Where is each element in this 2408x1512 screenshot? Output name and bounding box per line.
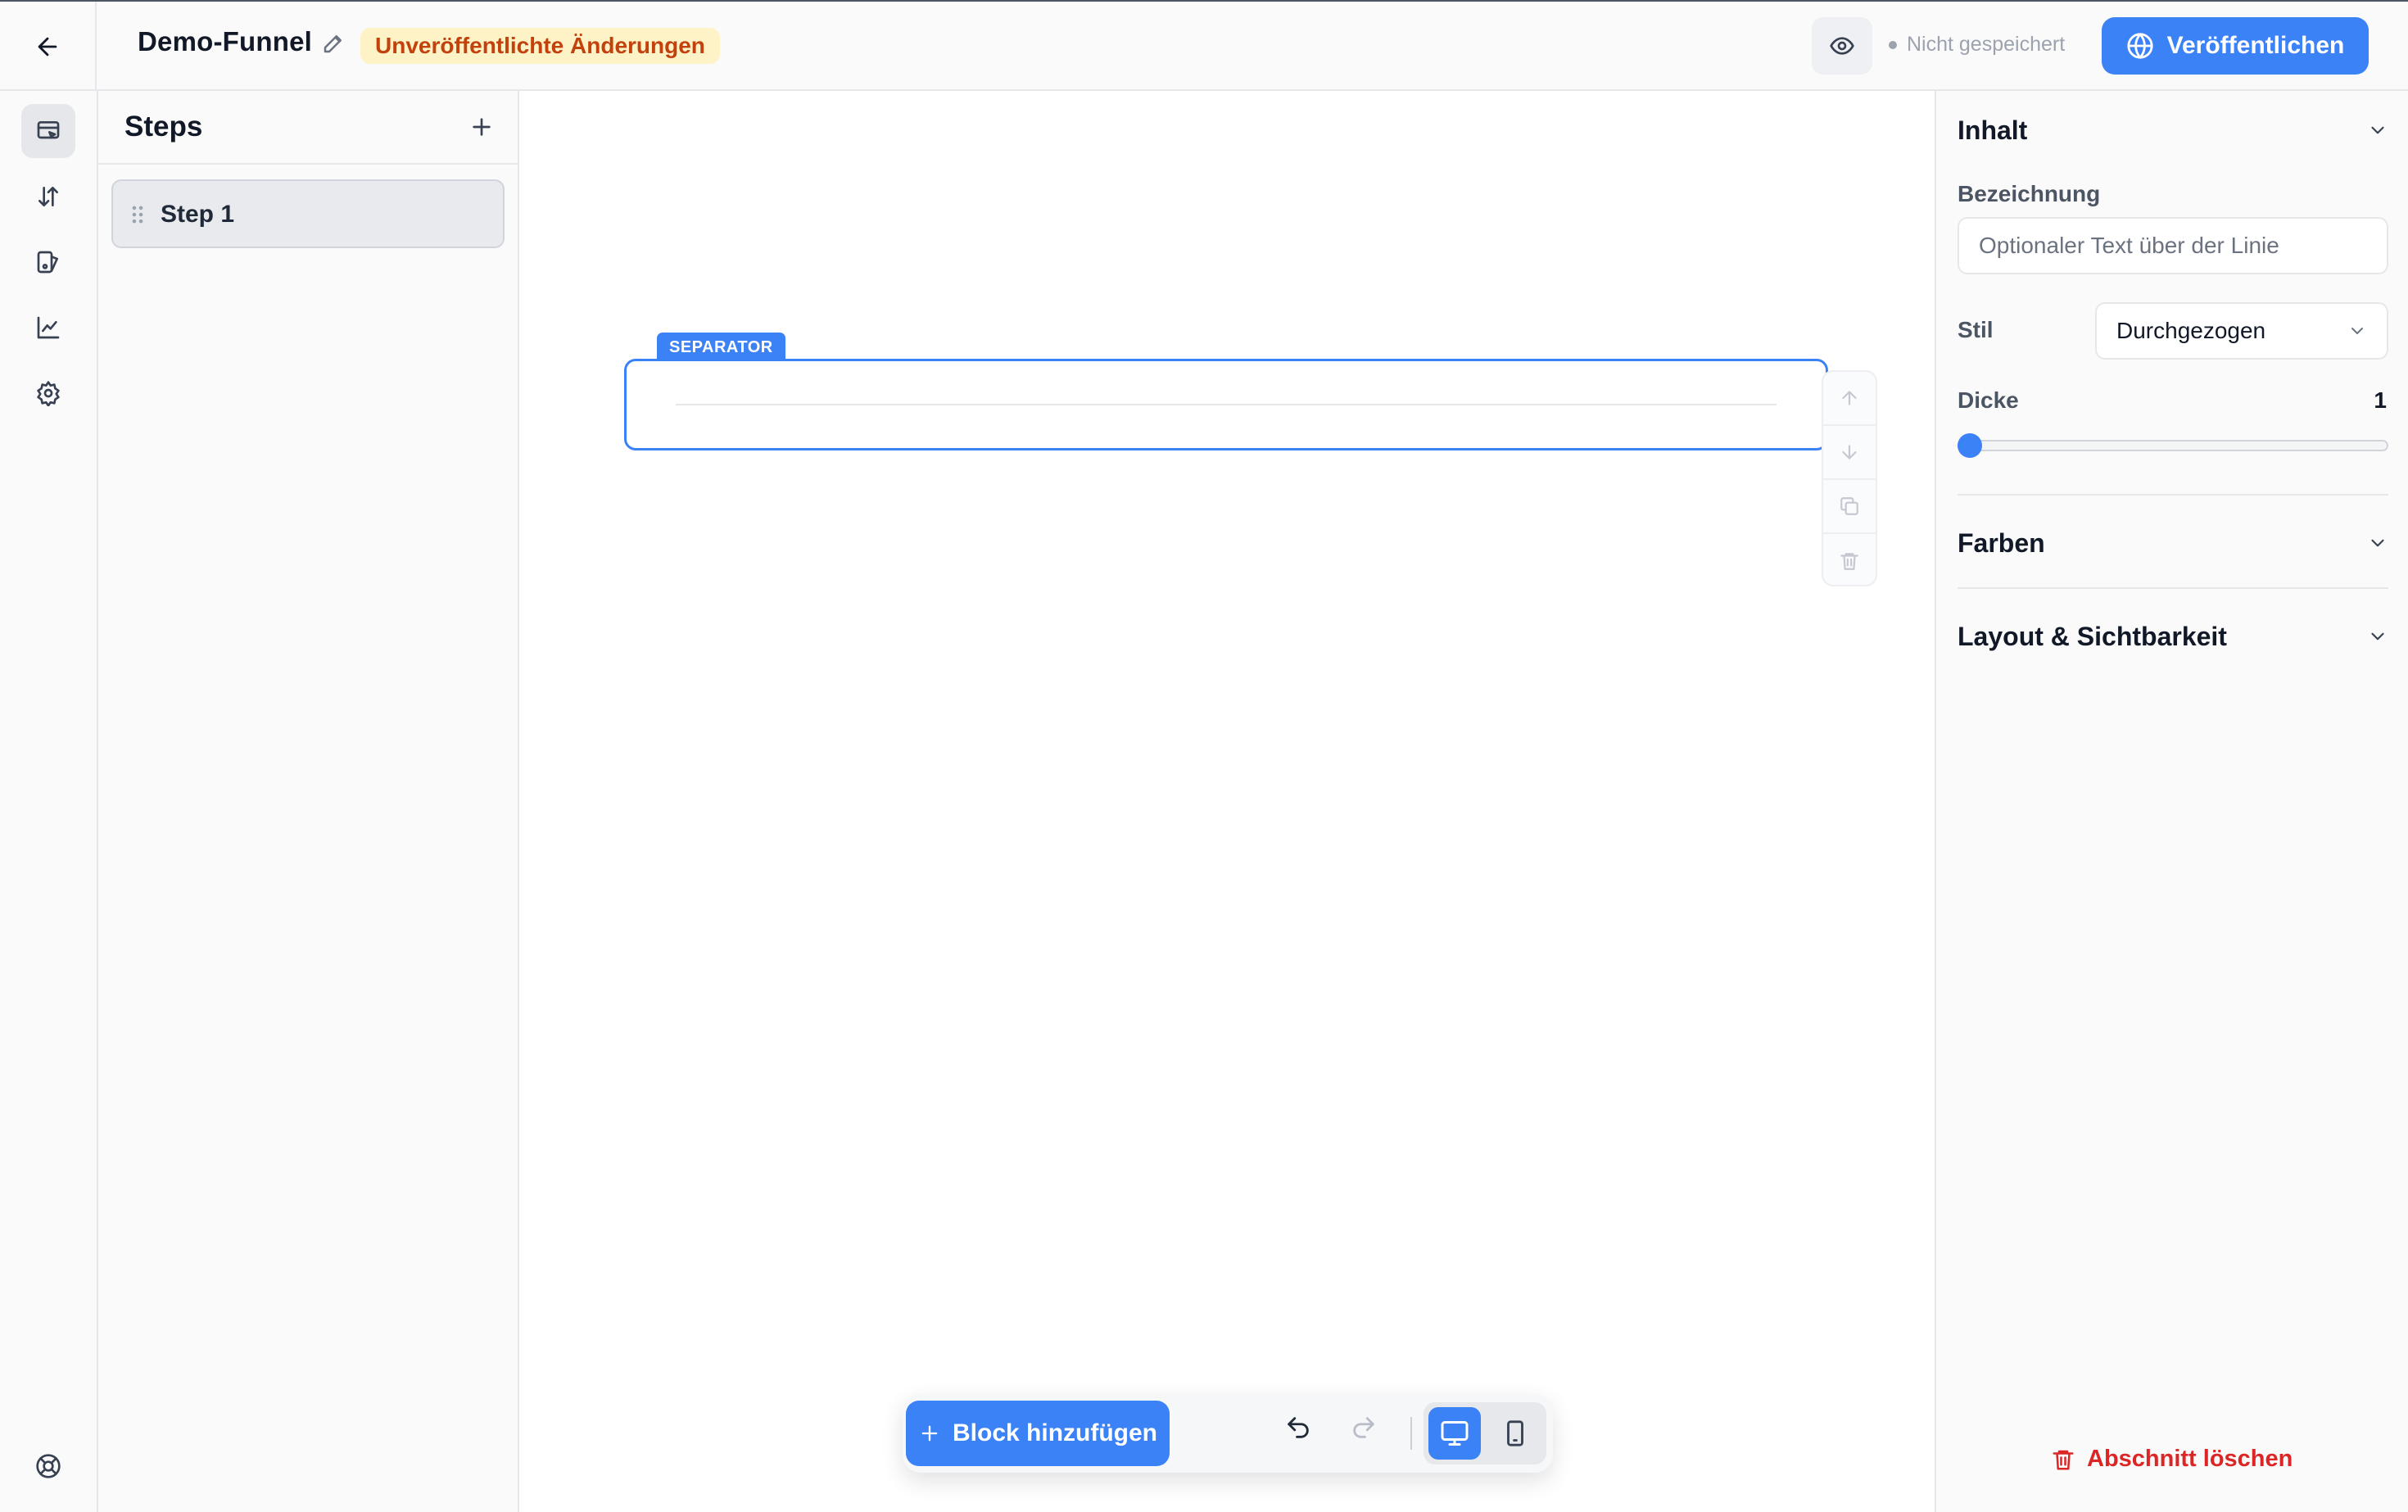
layout-section-title: Layout & Sichtbarkeit: [1958, 621, 2227, 651]
top-bar: Demo-Funnel Unveröffentlichte Änderungen…: [0, 0, 2408, 91]
colors-section-title: Farben: [1958, 527, 2045, 558]
mobile-view-button[interactable]: [1489, 1407, 1541, 1460]
toolbar-divider: [1410, 1417, 1412, 1450]
thickness-slider[interactable]: [1958, 433, 2388, 458]
trash-icon: [2051, 1447, 2075, 1472]
separator-line: [676, 404, 1777, 405]
slider-track[interactable]: [1958, 440, 2388, 451]
rail-sort-button[interactable]: [21, 170, 75, 224]
save-status: Nicht gespeichert: [1889, 33, 2065, 57]
desktop-view-button[interactable]: [1428, 1407, 1481, 1460]
save-status-text: Nicht gespeichert: [1907, 33, 2066, 56]
block-toolbar: [1822, 370, 1877, 586]
move-down-button[interactable]: [1823, 426, 1876, 480]
bottom-toolbar: Block hinzufügen: [903, 1394, 1553, 1473]
delete-section-label: Abschnitt löschen: [2087, 1446, 2293, 1472]
publish-label: Veröffentlichen: [2166, 32, 2345, 59]
left-rail: [0, 91, 98, 1512]
publish-button[interactable]: Veröffentlichen: [2102, 17, 2369, 75]
chevron-down-icon: [2367, 626, 2388, 647]
style-select[interactable]: Durchgezogen: [2095, 302, 2388, 360]
chevron-down-icon: [2367, 120, 2388, 141]
step-label: Step 1: [161, 201, 235, 228]
add-block-button[interactable]: Block hinzufügen: [906, 1401, 1170, 1466]
style-select-value: Durchgezogen: [2116, 318, 2266, 343]
duplicate-icon: [1839, 496, 1860, 517]
plus-icon: [473, 118, 491, 136]
arrow-down-icon: [1839, 441, 1860, 463]
rail-settings-button[interactable]: [21, 366, 75, 420]
plus-icon: [918, 1422, 941, 1445]
back-button[interactable]: [0, 2, 97, 91]
section-divider: [1958, 494, 2388, 496]
move-up-button[interactable]: [1823, 372, 1876, 426]
monitor-icon: [1440, 1419, 1469, 1448]
separator-block[interactable]: [624, 359, 1828, 450]
chevron-down-icon: [2347, 321, 2367, 341]
preview-button[interactable]: [1812, 17, 1872, 75]
colors-section-header[interactable]: Farben: [1958, 518, 2388, 568]
device-view-toggle: [1424, 1402, 1546, 1464]
properties-panel: Inhalt Bezeichnung Stil Durchgezogen Dic…: [1935, 91, 2408, 1512]
content-section-title: Inhalt: [1958, 115, 2028, 145]
undo-icon: [1288, 1417, 1309, 1438]
unpublished-changes-badge: Unveröffentlichte Änderungen: [360, 28, 720, 64]
step-item[interactable]: Step 1: [111, 179, 505, 248]
label-field-label: Bezeichnung: [1958, 181, 2101, 206]
globe-icon: [2126, 32, 2154, 60]
add-block-label: Block hinzufügen: [953, 1419, 1157, 1446]
settings-icon: [35, 380, 61, 406]
delete-block-button[interactable]: [1823, 534, 1876, 588]
rail-editor-button[interactable]: [21, 104, 75, 158]
funnel-title: Demo-Funnel: [138, 26, 313, 57]
chevron-down-icon: [2367, 532, 2388, 554]
steps-title: Steps: [124, 111, 203, 143]
steps-header: Steps: [98, 91, 518, 165]
pencil-icon[interactable]: [321, 31, 346, 56]
layout-section-header[interactable]: Layout & Sichtbarkeit: [1958, 612, 2388, 661]
help-lifebuoy-icon: [35, 1453, 61, 1479]
undo-button[interactable]: [1284, 1414, 1312, 1442]
redo-button[interactable]: [1350, 1414, 1378, 1442]
duplicate-button[interactable]: [1823, 480, 1876, 534]
status-dot: [1889, 40, 1897, 49]
add-step-button[interactable]: [468, 114, 495, 140]
editor-canvas: [519, 91, 1935, 1512]
slider-thumb[interactable]: [1958, 433, 1982, 458]
drag-handle-icon[interactable]: [129, 204, 146, 225]
content-section-header[interactable]: Inhalt: [1958, 106, 2388, 155]
smartphone-icon: [1501, 1419, 1529, 1447]
section-divider: [1958, 587, 2388, 589]
label-text-input[interactable]: [1958, 217, 2388, 274]
thickness-field-label: Dicke: [1958, 387, 2019, 413]
sort-arrows-icon: [35, 183, 61, 210]
thickness-value: 1: [2374, 387, 2387, 413]
rail-help-button[interactable]: [21, 1439, 75, 1493]
eye-icon: [1829, 33, 1855, 59]
style-field-label: Stil: [1958, 317, 1994, 342]
editor-icon: [35, 118, 61, 144]
arrow-up-icon: [1839, 387, 1860, 409]
rail-design-button[interactable]: [21, 235, 75, 289]
rail-analytics-button[interactable]: [21, 301, 75, 355]
arrow-left-icon: [34, 33, 61, 61]
analytics-icon: [35, 315, 61, 341]
steps-panel: Steps Step 1: [98, 91, 519, 1512]
redo-icon: [1353, 1417, 1374, 1438]
delete-section-button[interactable]: Abschnitt löschen: [2051, 1446, 2293, 1473]
design-icon: [35, 249, 61, 275]
block-type-tag: SEPARATOR: [657, 333, 785, 362]
trash-icon: [1839, 550, 1860, 572]
